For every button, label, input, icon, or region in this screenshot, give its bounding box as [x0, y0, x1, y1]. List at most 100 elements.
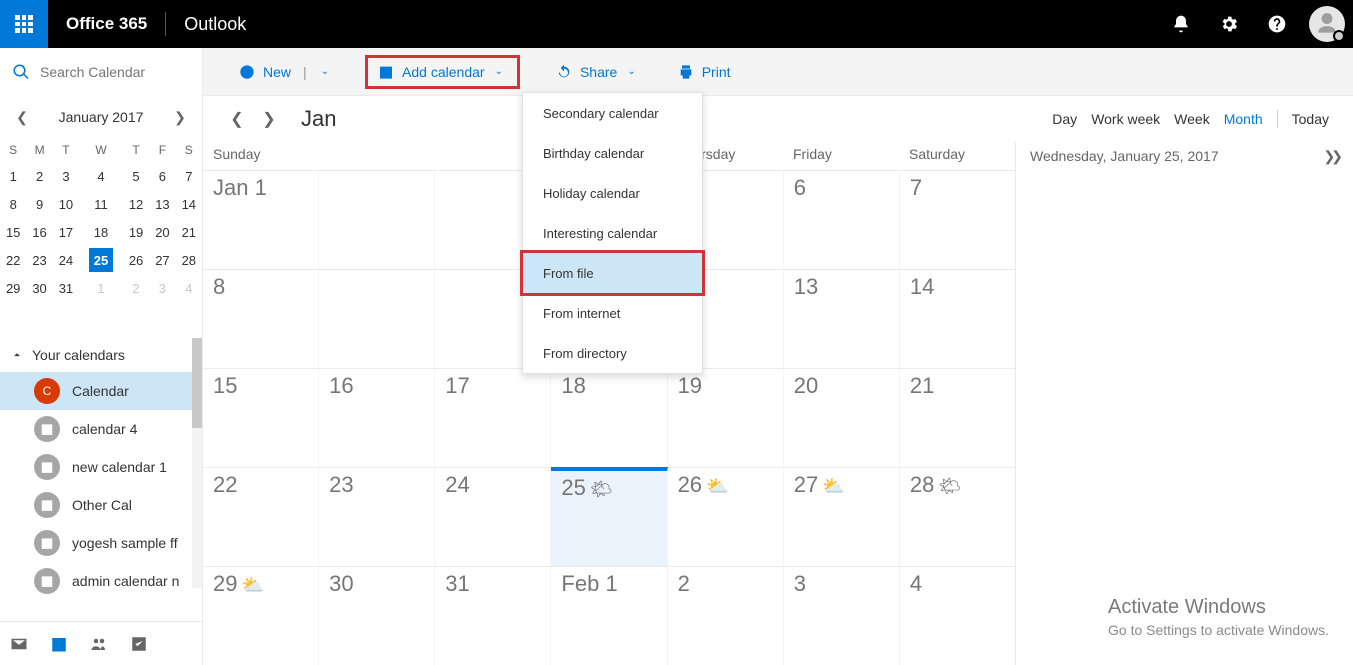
add-calendar-menu-item[interactable]: From internet — [523, 293, 702, 333]
add-calendar-menu-item[interactable]: Interesting calendar — [523, 213, 702, 253]
day-cell[interactable]: 21 — [900, 369, 1015, 467]
day-cell[interactable]: 7 — [900, 171, 1015, 269]
add-calendar-menu-item[interactable]: From directory — [523, 333, 702, 373]
day-cell[interactable]: 19 — [668, 369, 784, 467]
notifications-button[interactable] — [1157, 0, 1205, 48]
day-cell[interactable]: 27⛅ — [784, 468, 900, 566]
calendar-list-item[interactable]: calendar 4 — [0, 410, 202, 448]
mini-day-cell[interactable]: 22 — [0, 246, 26, 274]
mini-day-cell[interactable]: 28 — [176, 246, 202, 274]
day-cell[interactable]: 13 — [784, 270, 900, 368]
day-cell[interactable]: 3 — [784, 567, 900, 665]
day-cell[interactable]: 29⛅ — [203, 567, 319, 665]
calendar-list-item[interactable]: CCalendar — [0, 372, 202, 410]
add-calendar-menu-item[interactable]: Holiday calendar — [523, 173, 702, 213]
mini-day-cell[interactable]: 16 — [26, 218, 52, 246]
view-option[interactable]: Month — [1224, 111, 1263, 127]
your-calendars-toggle[interactable]: Your calendars — [0, 338, 202, 372]
day-cell[interactable] — [319, 270, 435, 368]
search-input[interactable] — [40, 64, 180, 80]
next-month-button[interactable]: ❯ — [259, 109, 279, 129]
share-button[interactable]: Share ⌄ — [550, 55, 642, 89]
mini-day-cell[interactable]: 13 — [149, 190, 175, 218]
mini-day-cell[interactable]: 2 — [123, 274, 149, 302]
search-box[interactable] — [0, 48, 202, 96]
day-cell[interactable]: 28🌤 — [900, 468, 1015, 566]
day-cell[interactable]: 15 — [203, 369, 319, 467]
view-option[interactable]: Today — [1292, 111, 1329, 127]
mini-day-cell[interactable]: 4 — [176, 274, 202, 302]
app-launcher-button[interactable] — [0, 0, 48, 48]
add-calendar-menu-item[interactable]: Birthday calendar — [523, 133, 702, 173]
new-button[interactable]: New — [233, 55, 297, 89]
mini-day-cell[interactable]: 15 — [0, 218, 26, 246]
add-calendar-menu-item[interactable]: Secondary calendar — [523, 93, 702, 133]
mini-day-cell[interactable]: 17 — [53, 218, 79, 246]
mini-day-cell[interactable]: 29 — [0, 274, 26, 302]
mini-day-cell[interactable]: 3 — [53, 162, 79, 190]
calendar-list-scrollbar-thumb[interactable] — [192, 338, 202, 428]
day-cell[interactable]: 14 — [900, 270, 1015, 368]
day-cell[interactable]: 24 — [435, 468, 551, 566]
day-cell[interactable]: 4 — [900, 567, 1015, 665]
day-cell[interactable]: 26⛅ — [668, 468, 784, 566]
calendar-list-item[interactable]: yogesh sample ff — [0, 524, 202, 562]
day-cell[interactable]: 16 — [319, 369, 435, 467]
day-cell[interactable]: Feb 1 — [551, 567, 667, 665]
mini-day-cell[interactable]: 23 — [26, 246, 52, 274]
day-cell[interactable]: 6 — [784, 171, 900, 269]
mini-day-cell[interactable]: 25 — [79, 246, 123, 274]
mini-day-cell[interactable]: 12 — [123, 190, 149, 218]
mini-day-cell[interactable]: 7 — [176, 162, 202, 190]
mini-day-cell[interactable]: 18 — [79, 218, 123, 246]
day-cell[interactable] — [319, 171, 435, 269]
print-button[interactable]: Print — [672, 55, 737, 89]
day-cell[interactable]: 22 — [203, 468, 319, 566]
mini-day-cell[interactable]: 9 — [26, 190, 52, 218]
day-cell[interactable]: 2 — [668, 567, 784, 665]
mini-prev-month-button[interactable]: ❮ — [10, 109, 34, 126]
day-cell[interactable]: 17 — [435, 369, 551, 467]
mini-day-cell[interactable]: 11 — [79, 190, 123, 218]
mini-day-cell[interactable]: 1 — [0, 162, 26, 190]
view-option[interactable]: Day — [1052, 111, 1077, 127]
day-cell[interactable]: 8 — [203, 270, 319, 368]
calendar-list-item[interactable]: Other Cal — [0, 486, 202, 524]
mini-day-cell[interactable]: 27 — [149, 246, 175, 274]
view-option[interactable]: Week — [1174, 111, 1210, 127]
collapse-agenda-button[interactable]: ❯❯ — [1324, 148, 1339, 165]
mini-day-cell[interactable]: 1 — [79, 274, 123, 302]
mini-day-cell[interactable]: 2 — [26, 162, 52, 190]
mini-calendar[interactable]: SMTWTFS 12345678910111213141516171819202… — [0, 138, 202, 302]
user-avatar[interactable] — [1309, 6, 1345, 42]
mini-day-cell[interactable]: 30 — [26, 274, 52, 302]
day-cell[interactable]: 31 — [435, 567, 551, 665]
help-button[interactable] — [1253, 0, 1301, 48]
day-cell[interactable]: 25🌤 — [551, 467, 667, 566]
tasks-module-button[interactable] — [128, 633, 150, 655]
mini-day-cell[interactable]: 8 — [0, 190, 26, 218]
day-cell[interactable]: 20 — [784, 369, 900, 467]
mini-day-cell[interactable]: 21 — [176, 218, 202, 246]
day-cell[interactable]: 18 — [551, 369, 667, 467]
mini-day-cell[interactable]: 6 — [149, 162, 175, 190]
day-cell[interactable]: 23 — [319, 468, 435, 566]
mini-day-cell[interactable]: 20 — [149, 218, 175, 246]
new-dropdown-button[interactable]: ⌄ — [313, 55, 335, 89]
mini-day-cell[interactable]: 14 — [176, 190, 202, 218]
mail-module-button[interactable] — [8, 633, 30, 655]
mini-day-cell[interactable]: 19 — [123, 218, 149, 246]
calendar-list-item[interactable]: admin calendar n — [0, 562, 202, 600]
mini-day-cell[interactable]: 3 — [149, 274, 175, 302]
mini-day-cell[interactable]: 31 — [53, 274, 79, 302]
mini-day-cell[interactable]: 26 — [123, 246, 149, 274]
mini-day-cell[interactable]: 10 — [53, 190, 79, 218]
people-module-button[interactable] — [88, 633, 110, 655]
calendar-list-item[interactable]: new calendar 1 — [0, 448, 202, 486]
add-calendar-menu-item[interactable]: From file — [523, 253, 702, 293]
mini-day-cell[interactable]: 4 — [79, 162, 123, 190]
add-calendar-button[interactable]: Add calendar ⌄ — [365, 55, 520, 89]
mini-next-month-button[interactable]: ❯ — [168, 109, 192, 126]
prev-month-button[interactable]: ❮ — [227, 109, 247, 129]
day-cell[interactable]: Jan 1 — [203, 171, 319, 269]
